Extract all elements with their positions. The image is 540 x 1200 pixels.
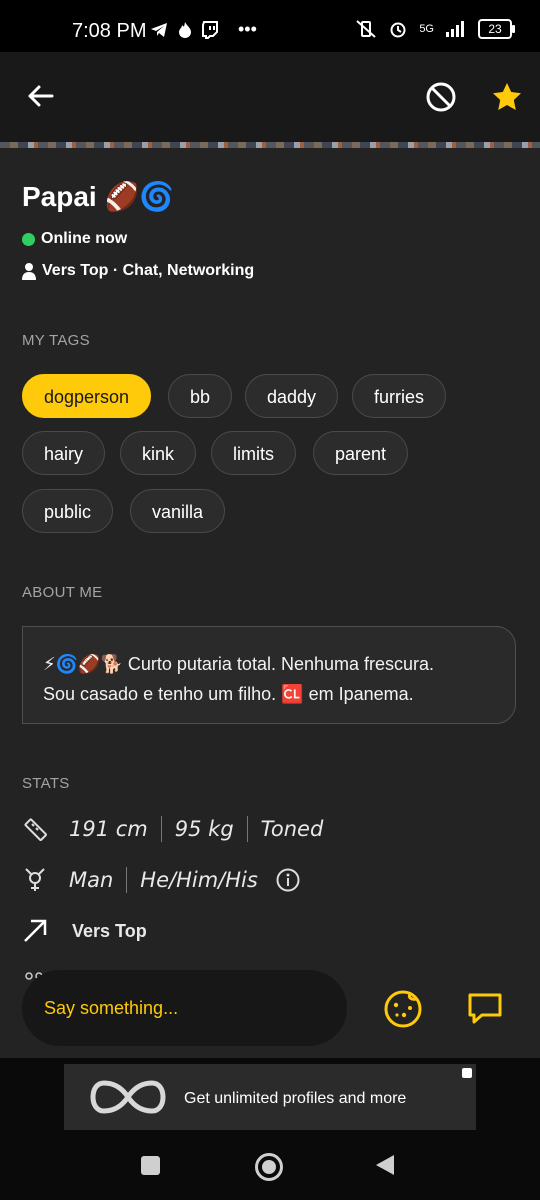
gender-value: Man — [69, 868, 114, 892]
chat-button[interactable] — [462, 986, 508, 1032]
clock: 7:08 PM — [72, 20, 147, 42]
battery-icon: 23 — [478, 19, 515, 39]
more-notifications-icon: ••• — [238, 19, 257, 39]
back-button[interactable] — [20, 76, 60, 116]
back-nav-button[interactable] — [374, 1153, 396, 1177]
info-icon[interactable] — [276, 868, 300, 892]
divider — [126, 867, 128, 893]
divider — [160, 816, 162, 842]
home-dot-icon — [262, 1160, 276, 1174]
twitch-icon — [202, 20, 218, 39]
system-nav-bar — [0, 1136, 540, 1200]
my-tags-heading: MY TAGS — [22, 332, 90, 349]
telegram-icon — [151, 22, 167, 37]
about-line-1: ⚡🌀🏈🐕 Curto putaria total. Nenhuma frescu… — [43, 654, 435, 674]
pronouns-value: He/Him/His — [140, 868, 258, 892]
weight-value: 95 kg — [174, 817, 234, 841]
tag-chip[interactable]: daddy — [245, 374, 339, 418]
block-button[interactable] — [420, 76, 462, 118]
mask-icon — [462, 1068, 472, 1078]
signal-icon — [446, 21, 464, 37]
profile-header — [0, 52, 540, 142]
message-placeholder: Say something... — [44, 998, 179, 1018]
position-value: Vers Top — [72, 920, 147, 941]
muted-vibrate-icon — [356, 20, 376, 38]
body-type-value: Toned — [260, 817, 324, 841]
tag-chip[interactable]: dogperson — [22, 374, 152, 418]
upgrade-text: Get unlimited profiles and more — [184, 1090, 407, 1107]
system-icons: 5G 23 — [355, 19, 515, 39]
tag-chip[interactable]: bb — [168, 374, 233, 418]
infinity-logo-icon — [90, 1080, 166, 1114]
network-type: 5G — [419, 23, 434, 35]
alarm-icon — [390, 22, 406, 38]
cookie-icon — [384, 990, 422, 1028]
home-button[interactable] — [255, 1153, 283, 1181]
stats-heading: STATS — [22, 775, 70, 792]
tag-chip[interactable]: furries — [352, 374, 447, 418]
tag-chip[interactable]: hairy — [22, 431, 106, 475]
photo-edge — [0, 142, 540, 148]
body-stats-row: 191 cm 95 kg Toned — [22, 816, 323, 842]
arrow-left-icon — [28, 85, 54, 107]
status-bar: 7:08 PM ••• 5G 23 — [0, 0, 540, 52]
recents-button[interactable] — [141, 1156, 160, 1175]
person-icon — [22, 263, 36, 280]
height-value: 191 cm — [69, 817, 148, 841]
tag-chip[interactable]: limits — [211, 431, 296, 475]
block-icon — [426, 82, 456, 112]
notification-icons: ••• — [150, 19, 257, 40]
tag-chip[interactable]: vanilla — [130, 489, 226, 533]
role-line-text: Vers Top · Chat, Networking — [42, 262, 255, 279]
gender-row: Man He/Him/His — [22, 867, 300, 893]
online-dot-icon — [22, 232, 35, 246]
upgrade-banner[interactable]: Get unlimited profiles and more — [64, 1064, 476, 1130]
tinder-flame-icon — [179, 21, 191, 38]
tag-chip[interactable]: public — [22, 489, 114, 533]
profile-name: Papai 🏈🌀 — [22, 181, 175, 212]
ruler-icon — [22, 816, 48, 842]
tag-chip[interactable]: kink — [120, 431, 197, 475]
role-line: Vers Top · Chat, Networking — [22, 262, 254, 280]
about-me-box: ⚡🌀🏈🐕 Curto putaria total. Nenhuma frescu… — [22, 626, 516, 724]
online-status: Online now — [22, 230, 127, 248]
position-row: Vers Top — [22, 918, 147, 944]
star-icon — [493, 83, 521, 110]
arrow-up-right-icon — [22, 918, 48, 944]
gender-symbol-icon — [22, 867, 48, 893]
tag-chip[interactable]: parent — [313, 431, 409, 475]
online-status-text: Online now — [41, 230, 128, 247]
about-line-2: Sou casado e tenho um filho. 🆑 em Ipanem… — [43, 684, 414, 704]
about-me-heading: ABOUT ME — [22, 584, 103, 601]
chat-bubble-icon — [468, 993, 502, 1024]
message-input[interactable]: Say something... — [22, 970, 347, 1046]
favorite-button[interactable] — [486, 76, 528, 118]
tap-button[interactable] — [378, 984, 428, 1034]
divider — [246, 816, 248, 842]
